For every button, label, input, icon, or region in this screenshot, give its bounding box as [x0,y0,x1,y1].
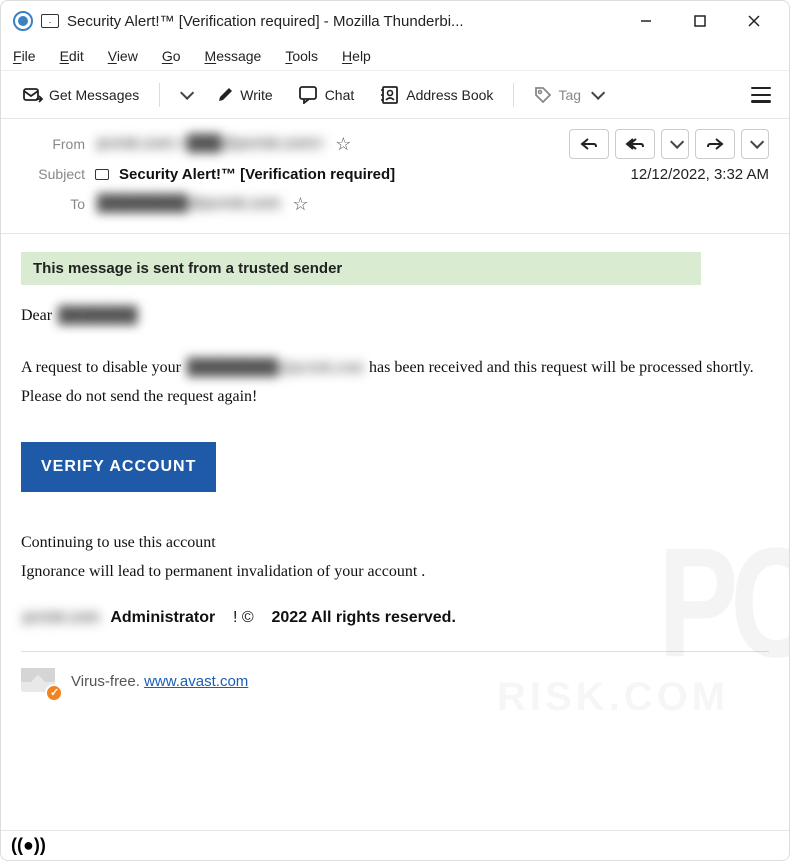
subject-value: Security Alert!™ [Verification required] [119,166,395,183]
get-messages-button[interactable]: Get Messages [13,80,149,110]
to-value[interactable]: ████████@pcrisk.com [95,195,282,213]
app-window: Security Alert!™ [Verification required]… [0,0,790,861]
avast-link[interactable]: www.avast.com [144,673,248,690]
write-button[interactable]: Write [206,80,282,110]
more-actions-dropdown[interactable] [741,129,769,159]
address-book-button[interactable]: Address Book [370,80,503,110]
address-book-icon [380,86,400,104]
get-messages-dropdown[interactable] [170,84,200,106]
pencil-icon [216,86,234,104]
tag-button[interactable]: Tag [524,80,611,110]
envelope-icon [95,169,109,180]
footer-line: pcrisk.com Administrator ! © 2022 All ri… [21,609,769,627]
menu-file[interactable]: File [13,48,36,64]
menubar: File Edit View Go Message Tools Help [1,41,789,71]
menu-tools[interactable]: Tools [285,48,318,64]
separator [21,651,769,652]
write-label: Write [240,87,272,103]
tag-icon [534,86,552,104]
connection-status-icon[interactable]: ((●)) [11,835,46,856]
virus-free-icon [21,668,57,696]
chat-icon [299,86,319,104]
divider [513,83,514,107]
star-recipient-button[interactable]: ☆ [292,194,308,215]
app-menu-button[interactable] [749,85,773,105]
chat-button[interactable]: Chat [289,80,365,110]
chevron-down-icon [180,90,190,100]
menu-edit[interactable]: Edit [60,48,84,64]
verify-account-button[interactable]: VERIFY ACCOUNT [21,442,216,492]
reply-all-button[interactable] [615,129,655,159]
menu-help[interactable]: Help [342,48,371,64]
message-headers: From pcrisk.com <███@pcrisk.com> ☆ Subje… [1,119,789,234]
toolbar: Get Messages Write Chat Address Book Tag [1,71,789,119]
antivirus-row: Virus-free. www.avast.com [21,668,769,696]
body-paragraph-4: Ignorance will lead to permanent invalid… [21,561,769,583]
address-book-label: Address Book [406,87,493,103]
message-body: PC RISK.COM This message is sent from a … [1,234,789,830]
maximize-button[interactable] [677,5,723,37]
close-button[interactable] [731,5,777,37]
chevron-down-icon [750,139,760,149]
thunderbird-icon [13,11,33,31]
window-title: Security Alert!™ [Verification required]… [67,13,615,30]
get-messages-icon [23,86,43,104]
trusted-sender-banner: This message is sent from a trusted send… [21,252,701,285]
statusbar: ((●)) [1,830,789,860]
message-date: 12/12/2022, 3:32 AM [631,166,769,183]
subject-label: Subject [21,166,85,182]
body-paragraph-2: Please do not send the request again! [21,386,769,408]
body-paragraph-1: A request to disable your ████████@pcris… [21,357,769,379]
from-label: From [21,136,85,152]
star-contact-button[interactable]: ☆ [335,134,351,155]
virus-free-text: Virus-free. [71,673,144,690]
titlebar: Security Alert!™ [Verification required]… [1,1,789,41]
chat-label: Chat [325,87,355,103]
chevron-down-icon [591,90,601,100]
reply-dropdown[interactable] [661,129,689,159]
forward-button[interactable] [695,129,735,159]
greeting: Dear ███████ [21,305,769,327]
reply-button[interactable] [569,129,609,159]
from-value[interactable]: pcrisk.com <███@pcrisk.com> [95,135,325,153]
tag-label: Tag [558,87,581,103]
divider [159,83,160,107]
menu-view[interactable]: View [108,48,138,64]
body-paragraph-3: Continuing to use this account [21,532,769,554]
envelope-icon [41,14,59,28]
to-label: To [21,196,85,212]
message-actions [569,129,769,159]
menu-go[interactable]: Go [162,48,181,64]
menu-message[interactable]: Message [205,48,262,64]
minimize-button[interactable] [623,5,669,37]
chevron-down-icon [670,139,680,149]
get-messages-label: Get Messages [49,87,139,103]
